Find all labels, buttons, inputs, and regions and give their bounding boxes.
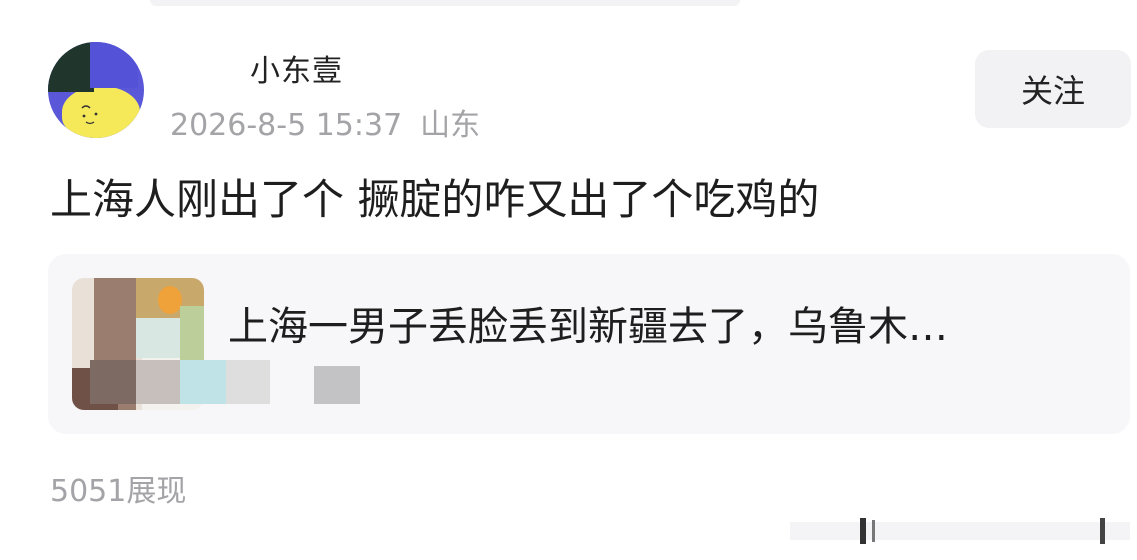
post-page: 小东壹 2026-8-5 15:37 山东 关注 上海人刚出了个 撅腚的咋又出了个… <box>0 0 1137 560</box>
follow-button[interactable]: 关注 <box>975 50 1131 128</box>
bottom-decoration <box>790 518 1130 544</box>
post-location: 山东 <box>420 108 481 143</box>
link-card[interactable]: 上海一男子丢脸丢到新疆去了，乌鲁木… <box>48 254 1130 434</box>
post-timestamp: 2026-8-5 15:37 <box>170 108 403 143</box>
avatar-mosaic-dark <box>48 42 94 92</box>
top-divider <box>150 0 740 6</box>
mosaic-block <box>136 360 180 404</box>
post-text: 上海人刚出了个 撅腚的咋又出了个吃鸡的 <box>50 175 820 224</box>
avatar-mosaic-purple <box>90 42 138 88</box>
thumbnail-patch <box>158 286 182 314</box>
avatar[interactable] <box>48 42 144 138</box>
post-meta: 2026-8-5 15:37 山东 <box>170 100 480 144</box>
thumbnail-patch <box>180 306 204 362</box>
link-card-title: 上海一男子丢脸丢到新疆去了，乌鲁木… <box>228 304 948 350</box>
mosaic-block <box>90 360 136 404</box>
mosaic-block <box>180 360 226 404</box>
view-count: 5051展现 <box>50 474 187 509</box>
username[interactable]: 小东壹 <box>250 46 343 90</box>
mosaic-block <box>226 360 270 404</box>
mosaic-block <box>314 366 360 404</box>
avatar-face-icon <box>81 105 98 125</box>
